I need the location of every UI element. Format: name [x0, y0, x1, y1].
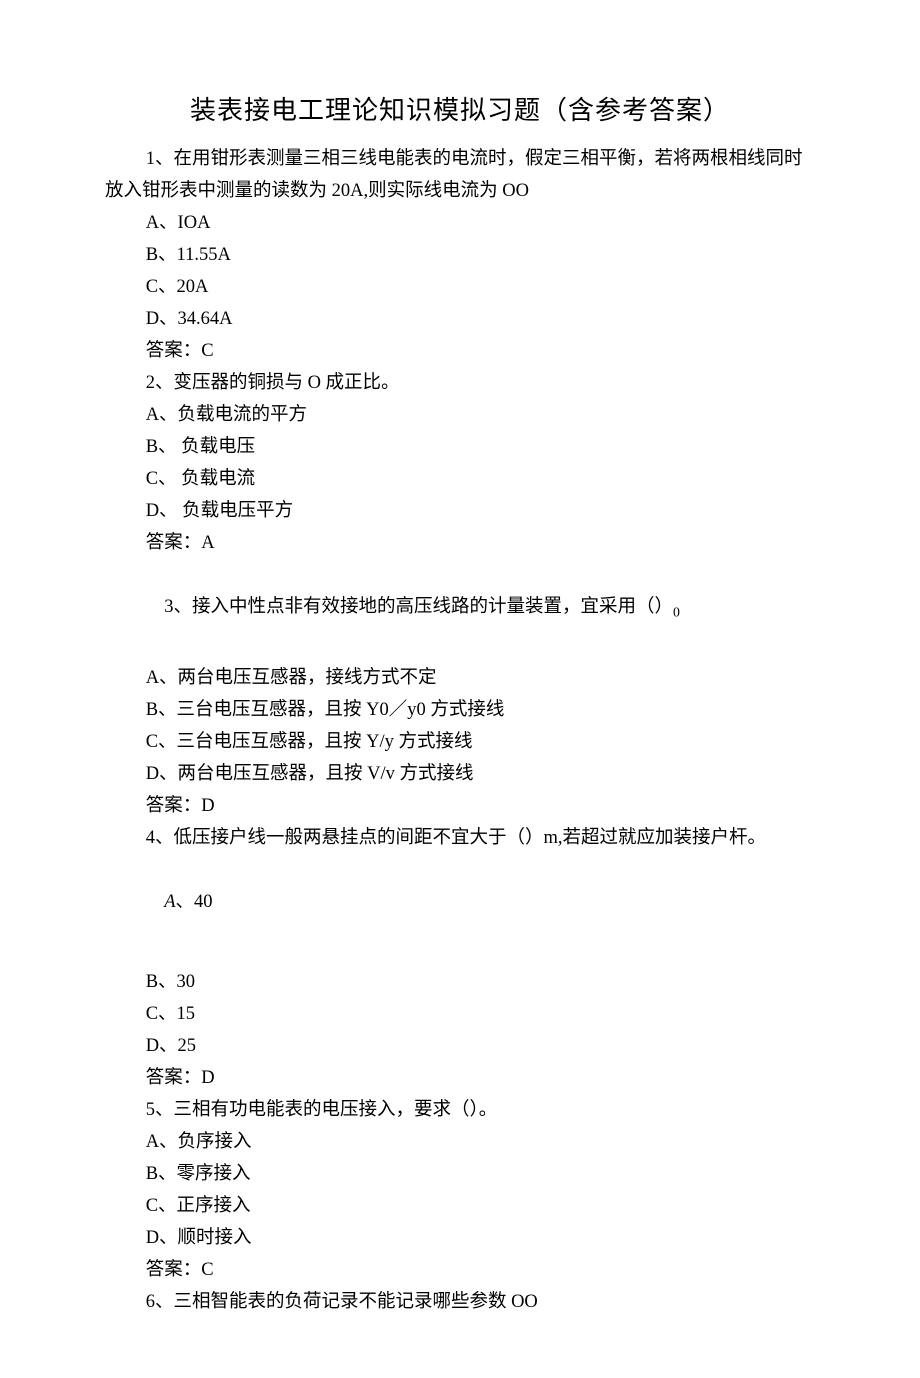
q2-stem: 2、变压器的铜损与 O 成正比。 [105, 367, 815, 399]
q5-option-a: A、负序接入 [105, 1126, 815, 1158]
q1-option-a: A、IOA [105, 207, 815, 239]
q5-option-d: D、顺时接入 [105, 1222, 815, 1254]
q4-answer: 答案：D [105, 1062, 815, 1094]
q5-stem: 5、三相有功电能表的电压接入，要求（）。 [105, 1094, 815, 1126]
q3-option-a: A、两台电压互感器，接线方式不定 [105, 662, 815, 694]
q1-stem: 1、在用钳形表测量三相三线电能表的电流时，假定三相平衡，若将两根相线同时放入钳形… [105, 143, 815, 207]
q1-answer: 答案：C [105, 335, 815, 367]
q1-option-c: C、20A [105, 271, 815, 303]
q4-option-a-prefix: A [164, 892, 175, 912]
q6-stem: 6、三相智能表的负荷记录不能记录哪些参数 OO [105, 1286, 815, 1318]
q4-option-c: C、15 [105, 998, 815, 1030]
page-title: 装表接电工理论知识模拟习题（含参考答案） [105, 90, 815, 127]
q3-stem-pre: 3、接入中性点非有效接地的高压线路的计量装置，宜采用（） [164, 597, 673, 617]
q2-option-c: C、 负载电流 [105, 463, 815, 495]
q4-stem: 4、低压接户线一般两悬挂点的间距不宜大于（）m,若超过就应加装接户杆。 [105, 822, 815, 854]
q3-option-c: C、三台电压互感器，且按 Y/y 方式接线 [105, 726, 815, 758]
q5-answer: 答案：C [105, 1254, 815, 1286]
document-page: 装表接电工理论知识模拟习题（含参考答案） 1、在用钳形表测量三相三线电能表的电流… [0, 0, 920, 1378]
q4-option-b: B、30 [105, 966, 815, 998]
spacer [105, 950, 815, 966]
q3-stem: 3、接入中性点非有效接地的高压线路的计量装置，宜采用（）0 [105, 559, 815, 662]
q4-option-a: A、40 [105, 854, 815, 950]
q3-answer: 答案：D [105, 790, 815, 822]
q4-option-a-val: 、40 [176, 892, 213, 912]
q2-option-b: B、 负载电压 [105, 431, 815, 463]
q5-option-c: C、正序接入 [105, 1190, 815, 1222]
q2-answer: 答案：A [105, 527, 815, 559]
q3-option-d: D、两台电压互感器，且按 V/v 方式接线 [105, 758, 815, 790]
q1-option-b: B、11.55A [105, 239, 815, 271]
q3-stem-sub: 0 [673, 606, 680, 621]
q1-option-d: D、34.64A [105, 303, 815, 335]
q2-option-a: A、负载电流的平方 [105, 399, 815, 431]
q3-option-b: B、三台电压互感器，且按 Y0／y0 方式接线 [105, 694, 815, 726]
q2-option-d: D、 负载电压平方 [105, 495, 815, 527]
q5-option-b: B、零序接入 [105, 1158, 815, 1190]
q4-option-d: D、25 [105, 1030, 815, 1062]
